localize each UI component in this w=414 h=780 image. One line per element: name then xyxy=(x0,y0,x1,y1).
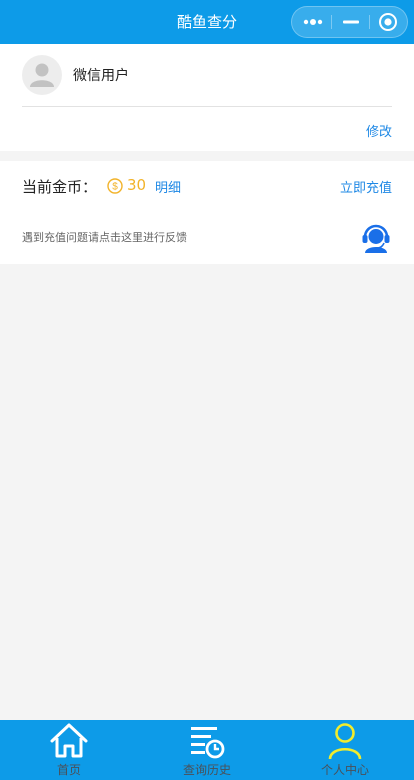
tab-history[interactable]: 查询历史 xyxy=(138,720,276,780)
recharge-link[interactable]: 立即充值 xyxy=(340,177,392,196)
tab-profile[interactable]: 个人中心 xyxy=(276,720,414,780)
mini-program-capsule xyxy=(291,6,408,38)
svg-text:$: $ xyxy=(112,182,118,193)
coin-amount: 30 xyxy=(127,176,147,194)
user-card: 微信用户 修改 xyxy=(0,44,414,151)
edit-profile-link[interactable]: 修改 xyxy=(366,121,392,140)
tab-label: 个人中心 xyxy=(320,763,369,777)
close-target-icon[interactable] xyxy=(369,7,407,37)
tab-home[interactable]: 首页 xyxy=(0,720,138,780)
user-icon xyxy=(325,722,365,760)
divider xyxy=(22,106,392,107)
user-name: 微信用户 xyxy=(73,68,129,84)
recharge-feedback-text[interactable]: 遇到充值问题请点击这里进行反馈 xyxy=(22,229,187,245)
tab-label: 查询历史 xyxy=(182,763,231,777)
customer-service-icon[interactable] xyxy=(360,221,392,253)
history-icon xyxy=(187,722,227,760)
coin-detail-link[interactable]: 明细 xyxy=(155,177,181,196)
default-avatar-icon[interactable] xyxy=(22,55,62,95)
coin-icon: $ xyxy=(107,178,123,194)
coin-card: 当前金币： $ 30 明细 立即充值 遇到充值问题请点击这里进行反馈 xyxy=(0,161,414,264)
more-icon[interactable] xyxy=(294,7,332,37)
coin-balance-label: 当前金币： xyxy=(22,178,98,196)
nav-bar: 酷鱼查分 xyxy=(0,0,414,44)
tab-bar: 首页 查询历史 个人中心 xyxy=(0,720,414,780)
home-icon xyxy=(49,722,89,760)
tab-label: 首页 xyxy=(56,763,81,777)
minimize-icon[interactable] xyxy=(332,7,370,37)
